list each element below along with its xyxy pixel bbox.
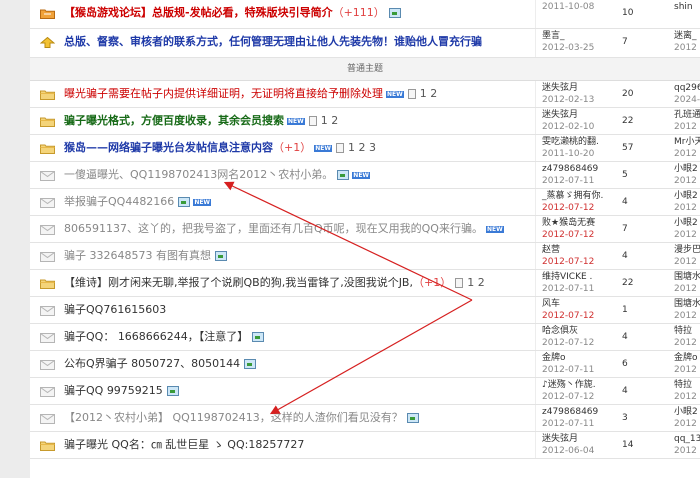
arrow-to-row-upper: [223, 181, 473, 301]
arrow-to-row-lower: [269, 299, 473, 415]
annotation-arrows: [223, 181, 473, 415]
